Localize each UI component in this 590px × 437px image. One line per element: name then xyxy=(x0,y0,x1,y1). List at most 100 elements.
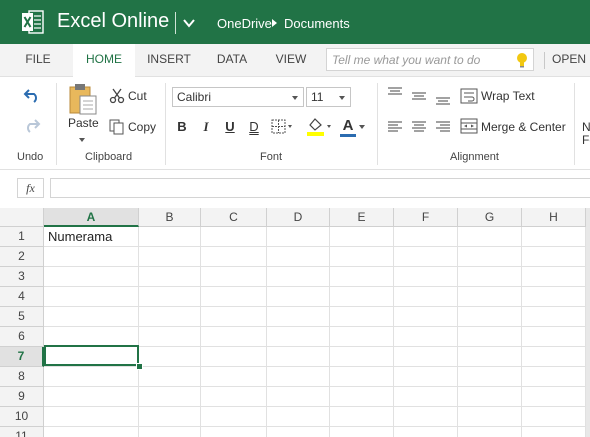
spreadsheet-grid[interactable]: A B C D E F G H 1 2 3 4 5 6 7 8 9 10 11 Numerama xyxy=(0,208,590,437)
group-divider xyxy=(165,83,166,165)
redo-icon[interactable] xyxy=(23,117,41,133)
row-header-10[interactable]: 10 xyxy=(0,407,44,427)
row-gridline xyxy=(44,366,590,367)
undo-group-label: Undo xyxy=(17,151,44,163)
row-header-7[interactable]: 7 xyxy=(0,347,44,367)
tab-view[interactable]: VIEW xyxy=(268,44,314,76)
row-header-11[interactable]: 11 xyxy=(0,427,44,437)
row-header-4[interactable]: 4 xyxy=(0,287,44,307)
row-gridline xyxy=(44,406,590,407)
copy-icon[interactable] xyxy=(109,119,125,135)
row-header-2[interactable]: 2 xyxy=(0,247,44,267)
merge-center-button[interactable]: Merge & Center xyxy=(481,120,566,134)
font-color-bar xyxy=(340,134,356,137)
row-gridline xyxy=(44,246,590,247)
row-header-3[interactable]: 3 xyxy=(0,267,44,287)
row-header-6[interactable]: 6 xyxy=(0,327,44,347)
excel-logo-icon xyxy=(22,10,44,34)
paste-icon[interactable] xyxy=(68,83,98,115)
align-middle-icon[interactable] xyxy=(411,91,427,103)
paste-button[interactable]: Paste xyxy=(68,116,99,130)
active-cell-a7[interactable] xyxy=(44,345,139,366)
formula-bar: fx xyxy=(0,170,590,209)
align-center-icon[interactable] xyxy=(411,121,427,133)
ribbon-home: Undo Paste Cut Copy Clipboard Calibri 11… xyxy=(0,77,590,170)
undo-icon[interactable] xyxy=(23,87,41,103)
row-gridline xyxy=(44,326,590,327)
font-name-value: Calibri xyxy=(177,90,212,104)
column-header-b[interactable]: B xyxy=(139,208,201,227)
column-header-h[interactable]: H xyxy=(522,208,586,227)
align-top-icon[interactable] xyxy=(387,87,403,99)
chevron-down-icon[interactable] xyxy=(182,16,196,30)
borders-icon[interactable] xyxy=(271,119,293,135)
fill-color-icon[interactable] xyxy=(306,116,332,136)
breadcrumb-arrow-icon xyxy=(272,19,277,27)
chevron-down-icon xyxy=(339,96,345,100)
group-divider xyxy=(377,83,378,165)
double-underline-button[interactable]: D xyxy=(247,119,261,134)
breadcrumb-documents[interactable]: Documents xyxy=(284,16,350,31)
font-name-select[interactable]: Calibri xyxy=(172,87,304,107)
vertical-scrollbar[interactable] xyxy=(586,208,590,437)
column-header-c[interactable]: C xyxy=(201,208,267,227)
row-gridline xyxy=(44,386,590,387)
number-group-partial-2: Fo xyxy=(582,133,590,147)
column-header-d[interactable]: D xyxy=(267,208,330,227)
align-bottom-icon[interactable] xyxy=(435,94,451,106)
number-group-partial: N xyxy=(582,120,590,134)
tab-data[interactable]: DATA xyxy=(208,44,256,76)
group-divider xyxy=(56,83,57,165)
insert-function-button[interactable]: fx xyxy=(17,178,44,198)
column-header-a[interactable]: A xyxy=(44,208,139,227)
row-header-9[interactable]: 9 xyxy=(0,387,44,407)
font-color-button[interactable]: A xyxy=(341,117,355,134)
cell-a1[interactable]: Numerama xyxy=(48,229,112,244)
row-header-5[interactable]: 5 xyxy=(0,307,44,327)
column-header-e[interactable]: E xyxy=(330,208,394,227)
open-in-excel-button[interactable]: OPEN xyxy=(552,44,590,76)
column-header-g[interactable]: G xyxy=(458,208,522,227)
title-divider xyxy=(175,12,176,34)
lightbulb-icon xyxy=(517,53,527,68)
font-size-select[interactable]: 11 xyxy=(306,87,351,107)
row-header-1[interactable]: 1 xyxy=(0,227,44,247)
merge-center-icon[interactable] xyxy=(460,118,478,134)
scissors-icon[interactable] xyxy=(109,88,125,104)
column-header-f[interactable]: F xyxy=(394,208,458,227)
font-color-dropdown-icon[interactable] xyxy=(359,125,365,129)
align-right-icon[interactable] xyxy=(435,121,451,133)
ribbon-tabs: FILE HOME INSERT DATA VIEW Tell me what … xyxy=(0,44,590,77)
row-gridline xyxy=(44,266,590,267)
row-gridline xyxy=(44,426,590,427)
tab-insert[interactable]: INSERT xyxy=(141,44,197,76)
row-header-8[interactable]: 8 xyxy=(0,367,44,387)
breadcrumb-onedrive[interactable]: OneDrive xyxy=(217,16,272,31)
formula-input[interactable] xyxy=(50,178,590,198)
cut-button[interactable]: Cut xyxy=(128,89,147,103)
select-all-corner[interactable] xyxy=(0,208,44,227)
fill-handle[interactable] xyxy=(136,363,143,370)
row-gridline xyxy=(44,306,590,307)
paste-dropdown-icon[interactable] xyxy=(79,138,85,142)
align-left-icon[interactable] xyxy=(387,121,403,133)
row-gridline xyxy=(44,286,590,287)
font-size-value: 11 xyxy=(311,90,324,104)
underline-button[interactable]: U xyxy=(223,119,237,134)
wrap-text-icon[interactable] xyxy=(460,88,478,104)
alignment-group-label: Alignment xyxy=(450,151,499,163)
tell-me-placeholder: Tell me what you want to do xyxy=(332,53,481,67)
tab-home[interactable]: HOME xyxy=(73,44,135,77)
copy-button[interactable]: Copy xyxy=(128,120,156,134)
chevron-down-icon xyxy=(292,96,298,100)
font-group-label: Font xyxy=(260,151,283,163)
app-title[interactable]: Excel Online xyxy=(57,10,169,33)
tell-me-search[interactable]: Tell me what you want to do xyxy=(326,48,534,71)
bold-button[interactable]: B xyxy=(175,119,189,134)
wrap-text-button[interactable]: Wrap Text xyxy=(481,89,535,103)
tab-divider xyxy=(544,52,545,69)
clipboard-group-label: Clipboard xyxy=(85,151,133,163)
italic-button[interactable]: I xyxy=(199,119,213,135)
title-bar: Excel Online OneDrive Documents xyxy=(0,0,590,44)
tab-file[interactable]: FILE xyxy=(16,44,60,76)
